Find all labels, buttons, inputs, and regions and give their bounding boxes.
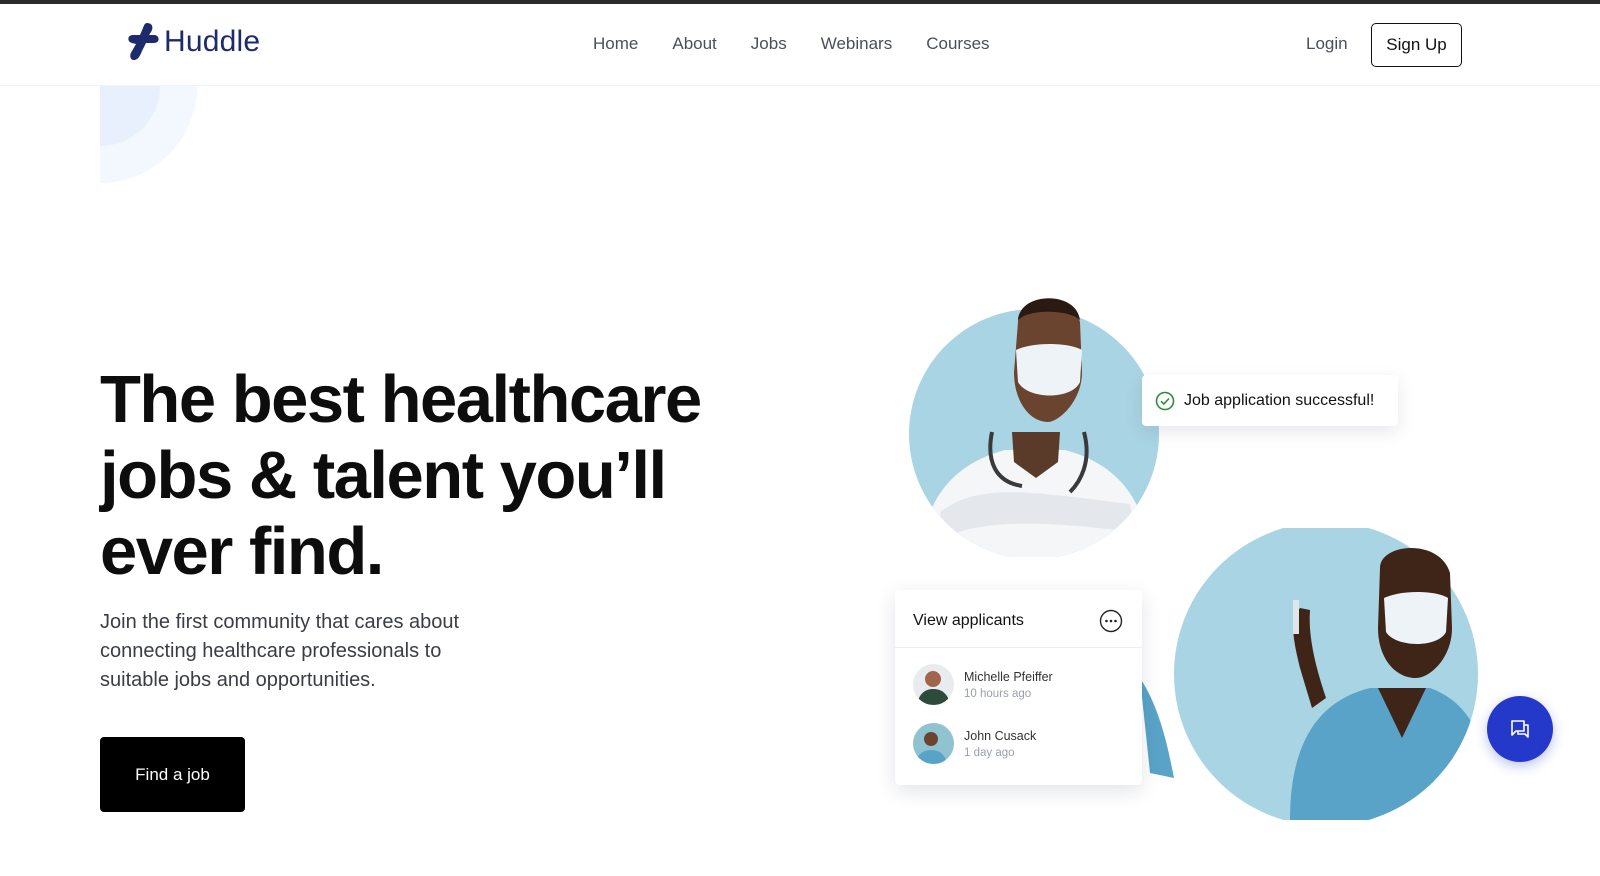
site-header: Huddle Home About Jobs Webinars Courses … — [0, 4, 1600, 86]
nav-about[interactable]: About — [672, 34, 716, 54]
applicant-time: 1 day ago — [964, 746, 1015, 759]
login-link[interactable]: Login — [1306, 34, 1348, 54]
hero-subtitle-line: Join the first community that cares abou… — [100, 611, 460, 633]
applicant-name: Michelle Pfeiffer — [964, 669, 1053, 684]
hero-title-line: jobs & talent you’ll — [100, 438, 667, 513]
applicants-card: View applicants Michelle Pfeiffer 10 hou… — [895, 590, 1142, 785]
nav-courses[interactable]: Courses — [926, 34, 989, 54]
nav-jobs[interactable]: Jobs — [751, 34, 787, 54]
applicant-time: 10 hours ago — [964, 687, 1032, 700]
hero-subtitle-line: suitable jobs and opportunities. — [100, 669, 376, 691]
more-options-button[interactable] — [1099, 609, 1123, 633]
applicants-card-title: View applicants — [913, 612, 1024, 629]
list-item[interactable]: Michelle Pfeiffer 10 hours ago — [913, 664, 1053, 705]
hero-title: The best healthcare jobs & talent you’ll… — [100, 362, 720, 590]
doctor-photo — [909, 298, 1159, 557]
brand-logo[interactable]: Huddle — [128, 20, 260, 64]
hero-title-line: The best healthcare — [100, 362, 702, 437]
find-job-button[interactable]: Find a job — [100, 737, 245, 812]
brand-name: Huddle — [164, 25, 261, 58]
applicant-name: John Cusack — [964, 728, 1037, 743]
avatar — [913, 664, 954, 705]
applicants-card-header: View applicants — [895, 590, 1142, 648]
application-success-toast: Job application successful! — [1142, 375, 1398, 426]
chat-icon — [1511, 720, 1529, 738]
check-circle-icon — [1155, 391, 1175, 410]
more-horizontal-icon — [1099, 609, 1123, 633]
hero-subtitle: Join the first community that cares abou… — [100, 608, 520, 695]
nav-home[interactable]: Home — [593, 34, 638, 54]
nav-webinars[interactable]: Webinars — [821, 34, 893, 54]
avatar — [913, 723, 954, 764]
hero-title-line: ever find. — [100, 514, 384, 589]
hero-subtitle-line: connecting healthcare professionals to — [100, 640, 442, 662]
huddle-logo-icon — [128, 23, 159, 60]
nurse-photo — [1140, 528, 1478, 820]
signup-button[interactable]: Sign Up — [1371, 23, 1462, 67]
decorative-arc — [100, 86, 197, 183]
toast-message: Job application successful! — [1184, 391, 1375, 409]
chat-button[interactable] — [1487, 696, 1553, 762]
list-item[interactable]: John Cusack 1 day ago — [913, 723, 1036, 764]
main-nav: Home About Jobs Webinars Courses — [593, 34, 1024, 54]
